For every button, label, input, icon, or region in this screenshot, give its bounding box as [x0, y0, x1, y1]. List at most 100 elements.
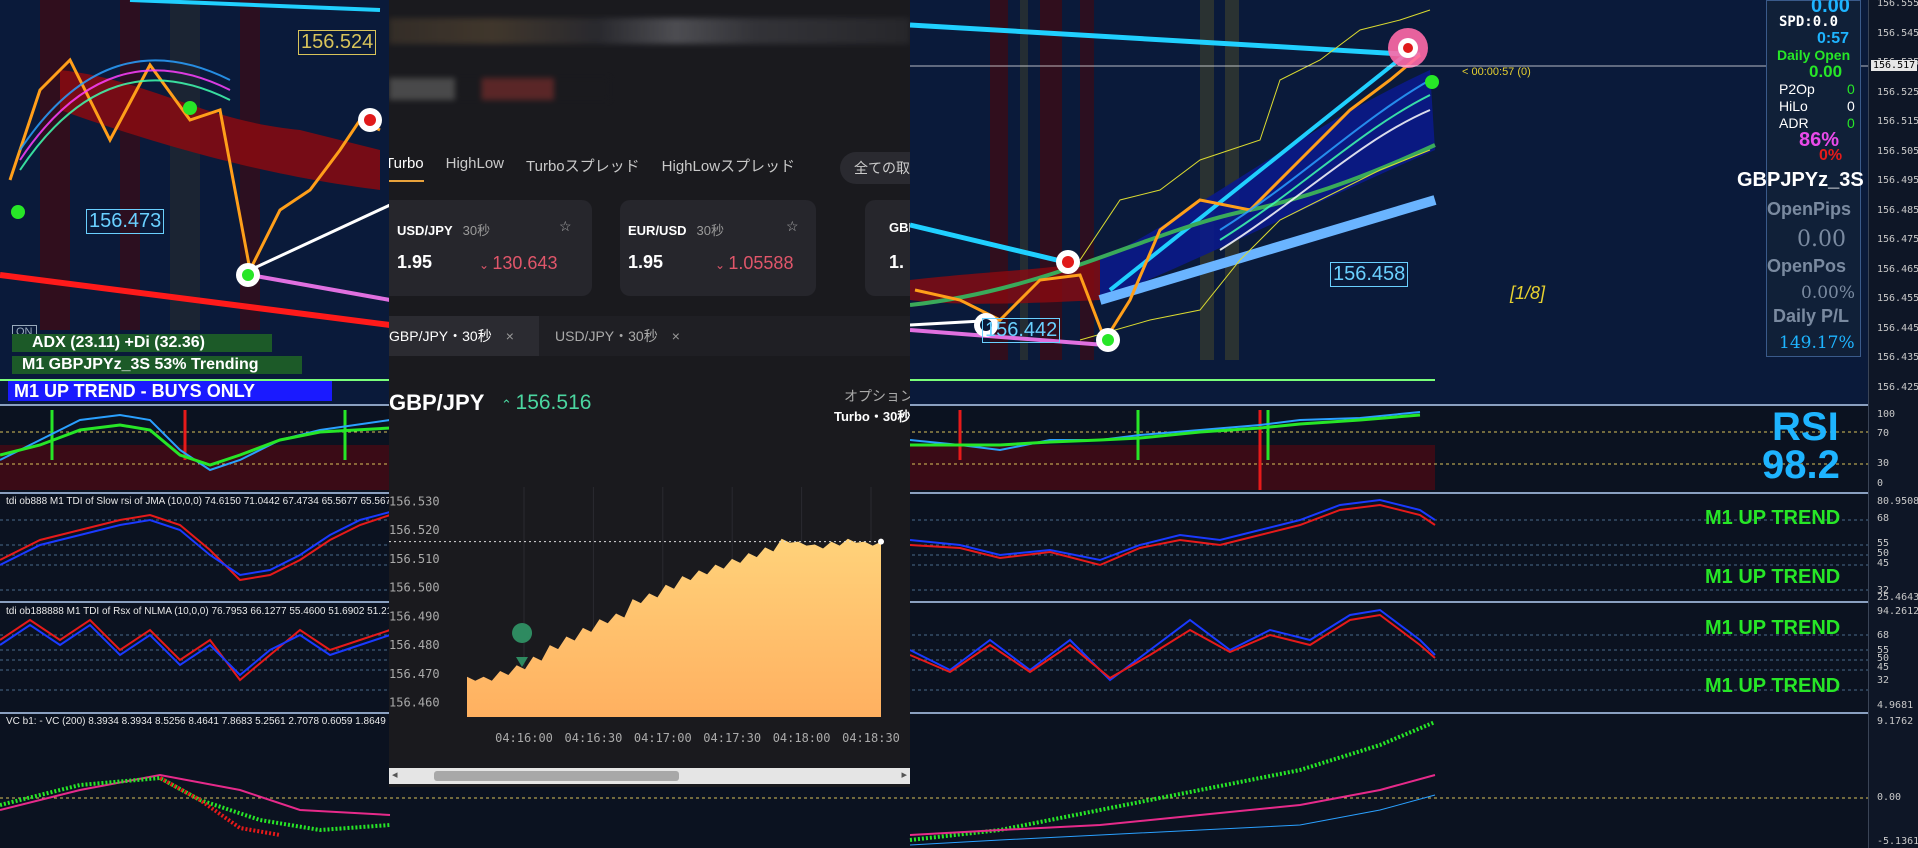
asset-card-usdjpy[interactable]: USD/JPY 30秒 ☆ 1.95 ⌄ 130.643 — [389, 200, 592, 296]
price-axis-tick: 156.435 — [1877, 352, 1918, 363]
tdi2-axis-tick: 4.9681 — [1877, 700, 1914, 711]
y-tick-label: 156.520 — [389, 523, 440, 537]
scrollbar-thumb[interactable] — [434, 771, 679, 781]
scroll-right-icon[interactable]: ▸ — [901, 768, 907, 781]
all-trades-button[interactable]: 全ての取 — [840, 152, 910, 184]
binary-options-app: Turbo HighLow Turboスプレッド HighLowスプレッド 全て… — [389, 0, 910, 787]
trend-label-3: M1 UP TREND — [1705, 617, 1841, 639]
price-axis-tick: 156.465 — [1877, 263, 1918, 275]
daily-pl-value: 149.17% — [1779, 333, 1855, 353]
tab-turbo[interactable]: Turbo — [389, 155, 424, 182]
favorite-star-icon[interactable]: ☆ — [559, 218, 572, 235]
asset-card-gbp[interactable]: GBI 1. — [865, 200, 910, 296]
price-axis-tick: 156.525 — [1877, 86, 1918, 98]
bar-countdown: < 00:00:57 (0) — [1462, 66, 1531, 78]
close-icon[interactable]: × — [672, 328, 680, 344]
price-box-left: 156.473 — [86, 209, 165, 234]
tdi2-axis-tick: 68 — [1877, 630, 1890, 641]
chart-tab-gbpjpy[interactable]: GBP/JPY・30秒 × — [389, 316, 539, 356]
current-price-tag: 156.517 — [1871, 60, 1918, 71]
tdi1-title: tdi ob888 M1 TDI of Slow rsi of JMA (10,… — [6, 496, 411, 507]
x-tick-label: 04:17:30 — [703, 731, 761, 745]
price-axis-tick: 156.445 — [1877, 322, 1918, 334]
asset-card-eurusd[interactable]: EUR/USD 30秒 ☆ 1.95 ⌄ 1.05588 — [620, 200, 816, 296]
adr-value: 0 — [1847, 115, 1855, 131]
daily-open-label: Daily Open — [1777, 47, 1851, 63]
price-axis-tick: 156.495 — [1877, 175, 1918, 186]
vc-axis-tick: 0.00 — [1877, 792, 1902, 803]
option-value: Turbo・30秒 — [834, 409, 910, 424]
zero-percent: 0% — [1819, 147, 1843, 164]
hilo-value: 0 — [1847, 98, 1855, 114]
p2op-value: 0 — [1847, 81, 1855, 97]
tab-turbo-spread[interactable]: Turboスプレッド — [526, 155, 640, 182]
adx-label: ADX (23.11) +Di (32.36) — [12, 334, 272, 352]
tdi1-axis-tick: 80.9508 — [1877, 496, 1918, 507]
symbol-label: GBPJPYz_3S — [1737, 169, 1864, 191]
price-box-mid: 156.442 — [982, 318, 1061, 343]
tdi2-axis-tick: 32 — [1877, 675, 1890, 686]
current-price-dot — [878, 538, 884, 545]
card-period: 30秒 — [696, 223, 724, 238]
y-tick-label: 156.480 — [389, 638, 440, 652]
open-pips-label: OpenPips — [1767, 199, 1852, 219]
y-tick-label: 156.470 — [389, 667, 440, 681]
price-area-chart[interactable]: 04:16:00 04:16:30 04:17:00 04:17:30 04:18:00… — [389, 465, 910, 765]
tdi2-title: tdi ob188888 M1 TDI of Rsx of NLMA (10,0… — [6, 606, 404, 617]
rsi-axis-tick: 30 — [1877, 458, 1890, 469]
open-pos-label: OpenPos — [1767, 256, 1847, 276]
chart-tab-usdjpy[interactable]: USD/JPY・30秒 × — [555, 316, 680, 356]
x-tick-label: 04:16:00 — [495, 731, 553, 745]
x-tick-label: 04:18:00 — [773, 731, 831, 745]
tab-highlow-spread[interactable]: HighLowスプレッド — [662, 155, 795, 182]
price-box-right: 156.458 — [1330, 262, 1409, 287]
price-axis-tick: 156.555 — [1877, 0, 1918, 9]
card-pair: USD/JPY — [397, 223, 453, 238]
favorite-star-icon[interactable]: ☆ — [786, 218, 799, 235]
account-info-panel: 0.00 SPD:0.0 0:57 Daily Open 0.00 P2Op 0… — [1737, 0, 1864, 357]
open-pos-value: 0.00% — [1801, 283, 1856, 303]
price-box-upper-left: 156.524 — [298, 30, 377, 55]
y-tick-label: 156.530 — [389, 494, 440, 508]
trend-banner: M1 UP TREND - BUYS ONLY — [8, 381, 332, 401]
x-tick-label: 04:17:00 — [634, 731, 692, 745]
vc-axis-tick: 9.1762 — [1877, 716, 1914, 727]
x-tick-label: 04:16:30 — [565, 731, 623, 745]
p2op-label: P2Op — [1779, 81, 1815, 97]
blurred-account — [389, 78, 609, 100]
price-axis-tick: 156.425 — [1877, 381, 1918, 393]
tdi1-axis-tick: 25.4643 — [1877, 592, 1918, 603]
trend-label-4: M1 UP TREND — [1705, 675, 1841, 697]
daily-open-value: 0.00 — [1809, 62, 1843, 81]
price-axis-tick: 156.485 — [1877, 204, 1918, 216]
vc-axis-tick: -5.1361 — [1877, 836, 1918, 847]
rsi-axis-tick: 100 — [1877, 409, 1896, 420]
rsi-value: 98.2 — [1762, 443, 1840, 487]
x-tick-label: 04:18:30 — [842, 731, 900, 745]
daily-pl-label: Daily P/L — [1773, 306, 1850, 326]
entry-marker-icon — [512, 623, 533, 667]
open-pips-value: 0.00 — [1797, 227, 1846, 252]
tab-highlow[interactable]: HighLow — [446, 155, 504, 182]
horizontal-scrollbar[interactable]: ◂ ▸ — [389, 768, 910, 784]
y-tick-label: 156.490 — [389, 609, 440, 623]
spread-value: SPD:0.0 — [1779, 14, 1839, 30]
card-price: ⌄ 1.05588 — [715, 253, 794, 273]
trend-label-2: M1 UP TREND — [1705, 566, 1841, 588]
trending-label: M1 GBPJPYz_3S 53% Trending — [12, 356, 302, 374]
price-axis-tick: 156.475 — [1877, 234, 1918, 245]
fraction-label: [1/8] — [1510, 283, 1546, 303]
vc-title: VC b1: - VC (200) 8.3934 8.3934 8.5256 8… — [6, 716, 414, 727]
selected-price: ⌃ 156.516 — [501, 391, 592, 414]
y-tick-label: 156.460 — [389, 696, 440, 710]
price-axis-tick: 156.505 — [1877, 145, 1918, 157]
blurred-header — [389, 18, 910, 44]
hilo-label: HiLo — [1779, 98, 1808, 114]
close-icon[interactable]: × — [506, 328, 514, 344]
price-axis: 156.555156.545156.535156.525156.515156.5… — [1868, 0, 1918, 848]
tdi1-axis-tick: 68 — [1877, 513, 1890, 524]
tdi1-axis-tick: 45 — [1877, 558, 1890, 569]
tdi2-axis-tick: 45 — [1877, 662, 1890, 673]
option-label: オプション — [844, 388, 910, 404]
scroll-left-icon[interactable]: ◂ — [392, 768, 398, 781]
